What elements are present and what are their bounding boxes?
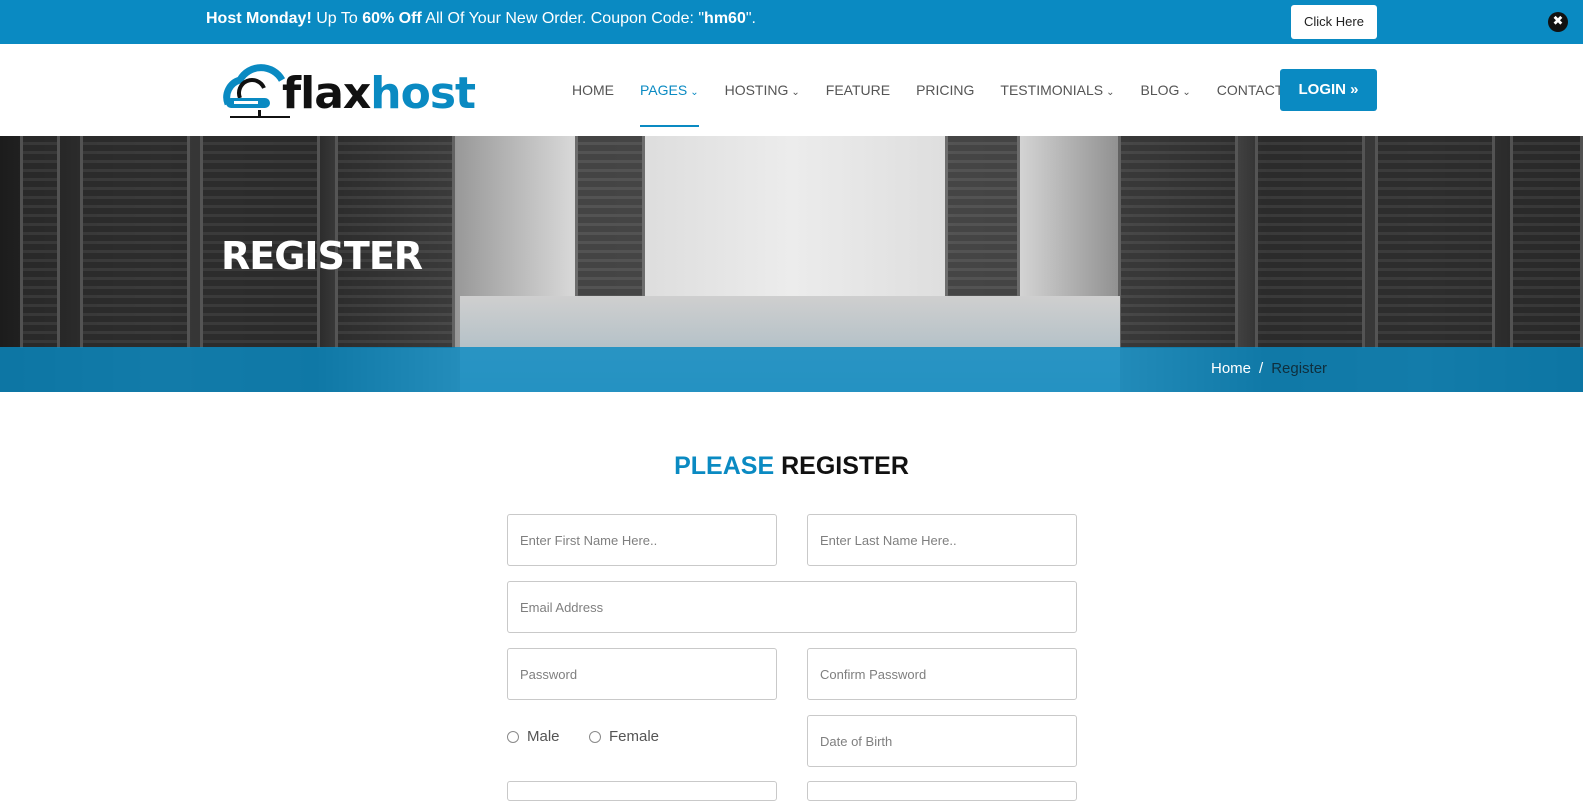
promo-bar: Host Monday! Up To 60% Off All Of Your N…	[0, 0, 1583, 44]
page-banner: REGISTER Home / Register	[0, 136, 1583, 392]
nav-hosting-label: HOSTING	[724, 82, 789, 98]
nav-pricing[interactable]: PRICING	[916, 44, 974, 136]
server-rack-image	[1510, 136, 1583, 348]
server-rack-image	[80, 136, 190, 348]
server-rack-image	[1375, 136, 1495, 348]
nav-testimonials[interactable]: TESTIMONIALS ⌄	[1000, 44, 1114, 136]
chevron-down-icon: ⌄	[690, 87, 699, 98]
logo-flax: flax	[282, 68, 371, 119]
form-field-partial[interactable]	[507, 781, 777, 801]
promo-text-part: ".	[745, 10, 756, 27]
date-of-birth-field[interactable]	[807, 715, 1077, 767]
nav-blog-label: BLOG	[1140, 82, 1180, 98]
server-rack-image	[575, 136, 645, 301]
first-name-field[interactable]	[507, 514, 777, 566]
promo-discount: 60% Off	[362, 10, 422, 27]
logo-host: host	[370, 68, 476, 119]
breadcrumb-bar: Home / Register	[0, 347, 1583, 392]
server-rack-image	[20, 136, 60, 348]
nav-home[interactable]: HOME	[572, 44, 614, 136]
site-logo[interactable]: flaxhost	[220, 58, 476, 124]
double-chevron-right-icon: »	[1350, 81, 1359, 98]
promo-text: Host Monday! Up To 60% Off All Of Your N…	[206, 10, 756, 28]
nav-contact[interactable]: CONTACT	[1217, 44, 1284, 136]
chevron-down-icon: ⌄	[791, 87, 800, 98]
gender-female-radio[interactable]: Female	[589, 728, 659, 745]
email-field[interactable]	[507, 581, 1077, 633]
nav-pricing-label: PRICING	[916, 82, 975, 98]
server-rack-image	[1255, 136, 1365, 348]
site-header: flaxhost HOME PAGES ⌄ HOSTING ⌄ FEATURE PR…	[0, 44, 1583, 136]
login-button[interactable]: LOGIN »	[1280, 69, 1377, 111]
cloud-server-icon	[223, 64, 290, 118]
last-name-field[interactable]	[807, 514, 1077, 566]
form-title: PLEASE REGISTER	[0, 452, 1583, 481]
breadcrumb-separator: /	[1259, 360, 1264, 377]
nav-feature[interactable]: FEATURE	[826, 44, 890, 136]
gender-female-label: Female	[609, 728, 660, 745]
chevron-down-icon: ⌄	[1182, 87, 1191, 98]
form-title-please: PLEASE	[674, 452, 775, 480]
close-icon[interactable]: ✖	[1548, 12, 1568, 32]
promo-text-part: Up To	[311, 10, 363, 27]
confirm-password-field[interactable]	[807, 648, 1077, 700]
radio-button-icon[interactable]	[507, 730, 519, 743]
nav-contact-label: CONTACT	[1216, 82, 1284, 98]
promo-click-here-button[interactable]: Click Here	[1291, 5, 1377, 39]
form-title-register: REGISTER	[781, 452, 909, 480]
form-field-partial[interactable]	[807, 781, 1077, 801]
radio-button-icon[interactable]	[589, 730, 601, 743]
main-nav: HOME PAGES ⌄ HOSTING ⌄ FEATURE PRICING TES…	[572, 44, 1309, 136]
server-rack-image	[945, 136, 1020, 301]
nav-blog[interactable]: BLOG ⌄	[1141, 44, 1191, 136]
nav-home-label: HOME	[572, 82, 614, 98]
page-title: REGISTER	[221, 234, 423, 278]
gender-male-radio[interactable]: Male	[507, 728, 560, 745]
promo-text-part: All Of Your New Order. Coupon Code: "	[421, 10, 705, 27]
breadcrumb: Home / Register	[1211, 360, 1327, 377]
breadcrumb-current: Register	[1271, 360, 1328, 377]
promo-coupon-code: hm60	[704, 10, 746, 27]
nav-hosting[interactable]: HOSTING ⌄	[725, 44, 800, 136]
breadcrumb-home-link[interactable]: Home	[1211, 360, 1251, 377]
nav-feature-label: FEATURE	[825, 82, 891, 98]
promo-highlight: Host Monday!	[206, 10, 312, 27]
chevron-down-icon: ⌄	[1106, 87, 1115, 98]
nav-testimonials-label: TESTIMONIALS	[1000, 82, 1104, 98]
nav-pages[interactable]: PAGES ⌄	[640, 44, 699, 136]
login-label: LOGIN	[1298, 81, 1346, 98]
gender-male-label: Male	[527, 728, 560, 745]
password-field[interactable]	[507, 648, 777, 700]
nav-pages-label: PAGES	[640, 82, 688, 98]
logo-wordmark: flaxhost	[282, 68, 476, 119]
server-rack-image	[1118, 136, 1238, 348]
